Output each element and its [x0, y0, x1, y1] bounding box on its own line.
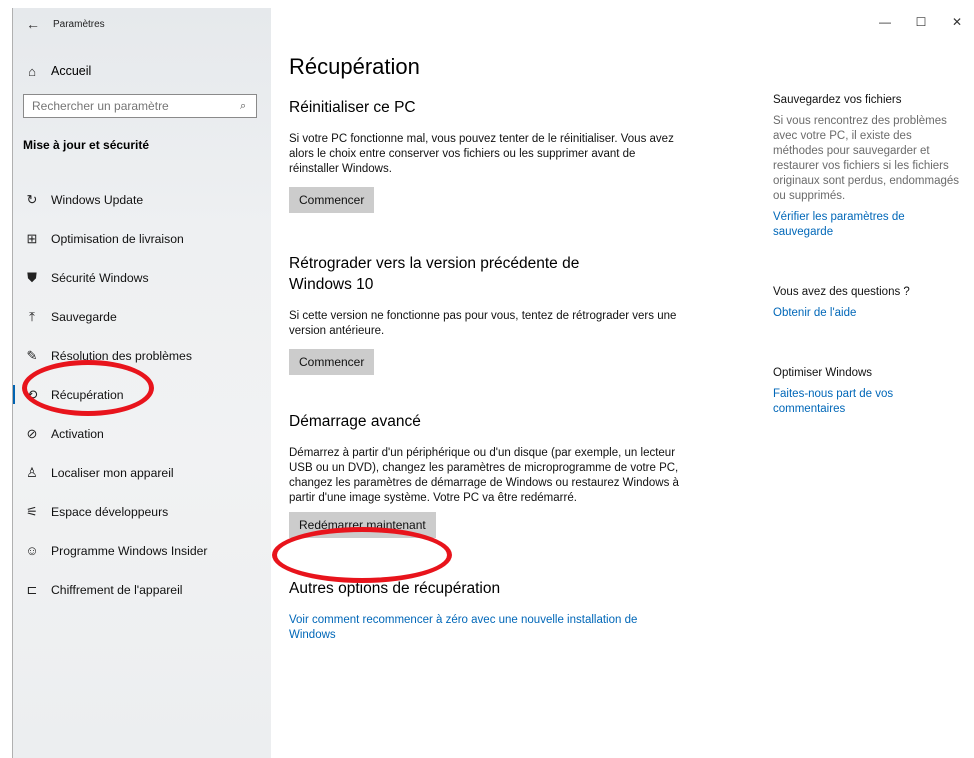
app-title: Paramètres	[53, 18, 105, 30]
reset-section: Réinitialiser ce PC Si votre PC fonction…	[289, 97, 679, 213]
maximize-icon[interactable]: ☐	[903, 8, 939, 40]
nav-home-label: Accueil	[51, 64, 92, 78]
minimize-icon[interactable]: —	[867, 8, 903, 40]
reset-heading: Réinitialiser ce PC	[289, 99, 416, 116]
page-title: Récupération	[289, 54, 420, 79]
backup-group: Sauvegardez vos fichiers Si vous rencont…	[773, 94, 963, 240]
sidebar-item-label: Résolution des problèmes	[51, 348, 192, 363]
nav-home[interactable]: ⌂ Accueil	[13, 60, 91, 82]
search-input[interactable]	[24, 98, 234, 114]
sidebar-item-label: Chiffrement de l'appareil	[51, 582, 183, 597]
insider-icon: ☺	[25, 543, 39, 558]
developers-icon: ⚟	[26, 503, 38, 519]
sidebar-item-label: Espace développeurs	[51, 504, 169, 519]
questions-group: Vous avez des questions ? Obtenir de l'a…	[773, 286, 963, 321]
settings-window: ← Paramètres ⌂ Accueil ⌕ Mise à jour et …	[12, 8, 974, 758]
recovery-icon: ⟲	[26, 386, 38, 402]
sidebar-item-label: Sauvegarde	[51, 309, 117, 324]
reset-text: Si votre PC fonctionne mal, vous pouvez …	[289, 133, 674, 175]
advanced-startup-text: Démarrez à partir d'un périphérique ou d…	[289, 447, 679, 504]
reset-start-button[interactable]: Commencer	[289, 187, 375, 213]
sidebar-item-label: Récupération	[51, 387, 124, 402]
sidebar-item-label: Localiser mon appareil	[51, 465, 174, 480]
window-controls: — ☐ ✕	[867, 8, 974, 40]
sidebar-item-label: Programme Windows Insider	[51, 543, 208, 558]
sidebar-item-device-encryption[interactable]: ⊏ Chiffrement de l'appareil	[13, 570, 271, 609]
close-icon[interactable]: ✕	[939, 8, 974, 40]
backup-text: Si vous rencontrez des problèmes avec vo…	[773, 115, 960, 202]
rollback-text: Si cette version ne fonctionne pas pour …	[289, 310, 677, 337]
sidebar-item-label: Sécurité Windows	[51, 270, 149, 285]
other-options-heading: Autres options de récupération	[289, 580, 501, 597]
rollback-heading: Rétrograder vers la version précédente d…	[289, 255, 580, 293]
device-encryption-icon: ⊏	[26, 581, 38, 597]
back-arrow-icon[interactable]: ←	[13, 16, 53, 32]
advanced-startup-section: Démarrage avancé Démarrez à partir d'un …	[289, 411, 679, 538]
sidebar: ← Paramètres ⌂ Accueil ⌕ Mise à jour et …	[13, 8, 271, 758]
main-content: Réinitialiser ce PC Si votre PC fonction…	[289, 97, 679, 679]
sidebar-item-label: Windows Update	[51, 192, 144, 207]
activation-icon: ⊘	[26, 425, 38, 441]
rollback-section: Rétrograder vers la version précédente d…	[289, 253, 679, 375]
windows-security-icon: ⛊	[27, 269, 37, 285]
sidebar-nav: ↻ Windows Update ⊞ Optimisation de livraiso…	[13, 180, 271, 609]
improve-heading: Optimiser Windows	[773, 367, 873, 379]
rollback-start-button[interactable]: Commencer	[289, 349, 375, 375]
other-options-section: Autres options de récupération Voir comm…	[289, 578, 679, 643]
get-help-link[interactable]: Obtenir de l'aide	[773, 306, 963, 321]
delivery-optimization-icon: ⊞	[26, 230, 38, 246]
improve-group: Optimiser Windows Faites-nous part de vo…	[773, 367, 963, 417]
title-bar: ← Paramètres	[13, 8, 271, 40]
sidebar-item-label: Optimisation de livraison	[51, 231, 184, 246]
related-panel: Sauvegardez vos fichiers Si vous rencont…	[773, 94, 963, 455]
sidebar-item-troubleshoot[interactable]: ✎ Résolution des problèmes	[13, 336, 271, 375]
sidebar-item-delivery-optimization[interactable]: ⊞ Optimisation de livraison	[13, 219, 271, 258]
windows-update-icon: ↻	[26, 191, 38, 207]
sidebar-item-windows-update[interactable]: ↻ Windows Update	[13, 180, 271, 219]
sidebar-item-recovery[interactable]: ⟲ Récupération	[13, 375, 271, 414]
section-title: Mise à jour et sécurité	[23, 138, 150, 152]
feedback-link[interactable]: Faites-nous part de vos commentaires	[773, 387, 963, 417]
search-box[interactable]: ⌕	[23, 94, 257, 118]
sidebar-item-developers[interactable]: ⚟ Espace développeurs	[13, 492, 271, 531]
sidebar-item-find-my-device[interactable]: ♙ Localiser mon appareil	[13, 453, 271, 492]
home-icon: ⌂	[28, 63, 36, 79]
sidebar-item-label: Activation	[51, 426, 104, 441]
questions-heading: Vous avez des questions ?	[773, 286, 910, 298]
fresh-start-link[interactable]: Voir comment recommencer à zéro avec une…	[289, 613, 659, 643]
restart-now-button[interactable]: Redémarrer maintenant	[289, 512, 436, 538]
sidebar-item-activation[interactable]: ⊘ Activation	[13, 414, 271, 453]
sidebar-item-backup[interactable]: ⤒ Sauvegarde	[13, 297, 271, 336]
main-panel: — ☐ ✕ Récupération Réinitialiser ce PC S…	[271, 8, 974, 758]
advanced-startup-heading: Démarrage avancé	[289, 413, 421, 430]
backup-settings-link[interactable]: Vérifier les paramètres de sauvegarde	[773, 210, 963, 240]
backup-icon: ⤒	[29, 308, 35, 324]
sidebar-item-windows-security[interactable]: ⛊ Sécurité Windows	[13, 258, 271, 297]
sidebar-item-insider[interactable]: ☺ Programme Windows Insider	[13, 531, 271, 570]
find-my-device-icon: ♙	[26, 464, 38, 480]
backup-heading: Sauvegardez vos fichiers	[773, 94, 902, 106]
troubleshoot-icon: ✎	[26, 347, 38, 363]
search-icon[interactable]: ⌕	[240, 100, 246, 113]
